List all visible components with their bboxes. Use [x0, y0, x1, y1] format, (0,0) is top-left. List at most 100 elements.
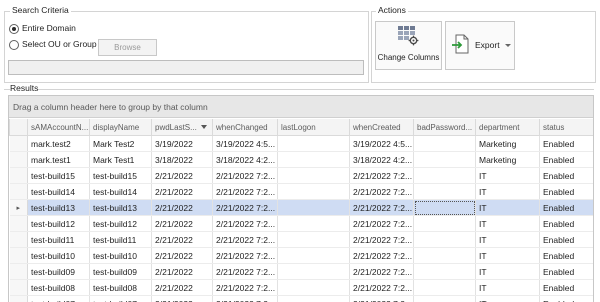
table-cell[interactable]: Mark Test1 — [90, 152, 152, 168]
table-cell[interactable]: test-build10 — [90, 248, 152, 264]
table-cell[interactable] — [414, 136, 476, 152]
table-cell[interactable]: test-build07 — [28, 296, 90, 302]
table-cell[interactable] — [414, 232, 476, 248]
table-cell[interactable]: 2/21/2022 — [152, 264, 213, 280]
table-cell[interactable]: IT — [476, 280, 540, 296]
table-cell[interactable]: 2/21/2022 7:2... — [350, 184, 414, 200]
table-row[interactable]: test-build09test-build092/21/20222/21/20… — [10, 264, 594, 280]
table-cell[interactable] — [278, 248, 350, 264]
table-cell[interactable] — [278, 264, 350, 280]
table-cell[interactable] — [278, 280, 350, 296]
row-indicator[interactable] — [10, 264, 28, 280]
table-cell[interactable]: IT — [476, 248, 540, 264]
row-indicator[interactable] — [10, 136, 28, 152]
table-cell[interactable]: IT — [476, 296, 540, 302]
table-cell[interactable]: 3/19/2022 4:5... — [350, 136, 414, 152]
table-cell[interactable]: 2/21/2022 7:2... — [350, 200, 414, 216]
ou-path-field[interactable] — [8, 60, 364, 75]
table-cell[interactable]: test-build15 — [28, 168, 90, 184]
table-cell[interactable]: 2/21/2022 7:2... — [213, 264, 278, 280]
table-cell[interactable]: 3/18/2022 4:2... — [350, 152, 414, 168]
table-cell[interactable]: IT — [476, 216, 540, 232]
column-header[interactable]: badPassword... — [414, 119, 476, 136]
table-cell[interactable]: Enabled — [540, 184, 594, 200]
table-cell[interactable]: 2/21/2022 — [152, 200, 213, 216]
table-row[interactable]: test-build11test-build112/21/20222/21/20… — [10, 232, 594, 248]
table-cell[interactable]: Enabled — [540, 200, 594, 216]
table-cell[interactable]: 2/21/2022 — [152, 216, 213, 232]
row-indicator[interactable] — [10, 280, 28, 296]
table-cell[interactable]: test-build11 — [28, 232, 90, 248]
table-cell[interactable] — [414, 184, 476, 200]
change-columns-button[interactable]: Change Columns — [375, 21, 442, 70]
table-cell[interactable]: Enabled — [540, 248, 594, 264]
table-cell[interactable]: test-build15 — [90, 168, 152, 184]
table-cell[interactable]: Enabled — [540, 216, 594, 232]
column-header[interactable]: department — [476, 119, 540, 136]
table-cell[interactable]: 2/21/2022 — [152, 280, 213, 296]
table-row[interactable]: test-build14test-build142/21/20222/21/20… — [10, 184, 594, 200]
table-cell[interactable]: 2/21/2022 — [152, 248, 213, 264]
table-cell[interactable]: test-build07 — [90, 296, 152, 302]
table-cell[interactable]: 2/21/2022 7:2... — [350, 216, 414, 232]
column-header[interactable]: sAMAccountN... — [28, 119, 90, 136]
table-cell[interactable] — [414, 296, 476, 302]
column-header[interactable]: pwdLastS... — [152, 119, 213, 136]
table-cell[interactable]: 2/21/2022 7:2... — [213, 248, 278, 264]
entire-domain-label[interactable]: Entire Domain — [22, 23, 76, 34]
table-cell[interactable]: 2/21/2022 7:2... — [213, 280, 278, 296]
table-cell[interactable]: Mark Test2 — [90, 136, 152, 152]
table-cell[interactable] — [278, 168, 350, 184]
select-ou-radio[interactable] — [9, 40, 19, 50]
table-cell[interactable]: Enabled — [540, 280, 594, 296]
table-cell[interactable]: 2/21/2022 7:2... — [350, 248, 414, 264]
table-cell[interactable] — [278, 184, 350, 200]
results-grid[interactable]: Drag a column header here to group by th… — [8, 95, 594, 302]
table-row[interactable]: test-build12test-build122/21/20222/21/20… — [10, 216, 594, 232]
table-row[interactable]: test-build10test-build102/21/20222/21/20… — [10, 248, 594, 264]
table-row[interactable]: mark.test1Mark Test13/18/20223/18/2022 4… — [10, 152, 594, 168]
export-button[interactable]: Export — [445, 21, 515, 70]
table-cell[interactable] — [278, 232, 350, 248]
table-cell[interactable]: Enabled — [540, 296, 594, 302]
table-cell[interactable]: test-build13 — [28, 200, 90, 216]
row-indicator[interactable] — [10, 296, 28, 302]
table-cell[interactable]: IT — [476, 168, 540, 184]
table-cell[interactable]: Enabled — [540, 264, 594, 280]
table-cell[interactable]: 2/21/2022 7:2... — [350, 296, 414, 302]
table-cell[interactable] — [278, 216, 350, 232]
table-cell[interactable]: IT — [476, 232, 540, 248]
current-row-icon[interactable]: ▸ — [10, 200, 28, 216]
column-header[interactable]: displayName — [90, 119, 152, 136]
table-cell[interactable]: 3/19/2022 — [152, 136, 213, 152]
table-cell[interactable]: IT — [476, 264, 540, 280]
table-cell[interactable]: IT — [476, 184, 540, 200]
table-cell[interactable]: test-build10 — [28, 248, 90, 264]
table-cell[interactable]: 2/21/2022 7:2... — [213, 200, 278, 216]
table-cell[interactable]: test-build13 — [90, 200, 152, 216]
table-cell[interactable]: 2/21/2022 — [152, 296, 213, 302]
column-header[interactable]: status — [540, 119, 594, 136]
table-cell[interactable]: Marketing — [476, 152, 540, 168]
table-cell[interactable]: test-build12 — [90, 216, 152, 232]
table-cell[interactable]: 2/21/2022 7:2... — [350, 280, 414, 296]
table-row[interactable]: test-build15test-build152/21/20222/21/20… — [10, 168, 594, 184]
table-cell[interactable]: 3/18/2022 4:2... — [213, 152, 278, 168]
table-cell[interactable]: 2/21/2022 — [152, 184, 213, 200]
table-cell[interactable]: test-build12 — [28, 216, 90, 232]
table-cell[interactable]: 2/21/2022 7:2... — [350, 264, 414, 280]
row-indicator[interactable] — [10, 216, 28, 232]
column-header[interactable]: whenChanged — [213, 119, 278, 136]
table-cell[interactable] — [414, 200, 476, 216]
table-cell[interactable]: 2/21/2022 7:2... — [213, 216, 278, 232]
table-cell[interactable] — [414, 248, 476, 264]
table-cell[interactable]: 2/21/2022 — [152, 168, 213, 184]
table-cell[interactable]: Enabled — [540, 136, 594, 152]
column-header[interactable]: whenCreated — [350, 119, 414, 136]
row-indicator[interactable] — [10, 248, 28, 264]
table-row[interactable]: ▸test-build13test-build132/21/20222/21/2… — [10, 200, 594, 216]
table-cell[interactable]: 2/21/2022 7:2... — [213, 232, 278, 248]
table-cell[interactable]: 3/18/2022 — [152, 152, 213, 168]
table-cell[interactable]: Enabled — [540, 152, 594, 168]
table-cell[interactable]: test-build09 — [90, 264, 152, 280]
